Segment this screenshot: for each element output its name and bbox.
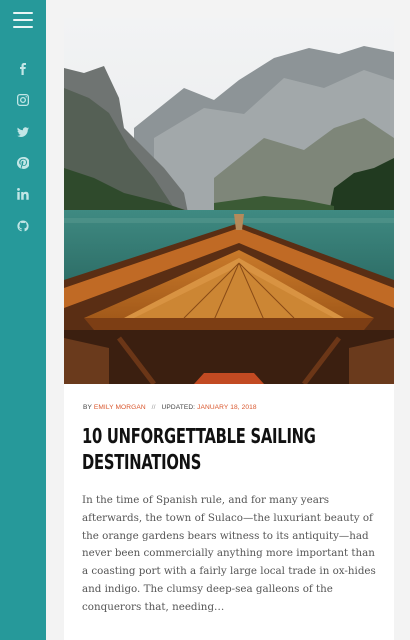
twitter-icon[interactable] (0, 123, 46, 142)
instagram-icon[interactable] (0, 91, 46, 110)
post-date: JANUARY 18, 2018 (197, 404, 257, 411)
linkedin-icon[interactable] (0, 185, 46, 204)
github-icon[interactable] (0, 217, 46, 236)
facebook-icon[interactable] (0, 60, 46, 79)
author-link[interactable]: EMILY MORGAN (94, 404, 146, 411)
pinterest-icon[interactable] (0, 154, 46, 173)
post-excerpt: In the time of Spanish rule, and for man… (82, 494, 376, 613)
post-featured-image[interactable] (64, 18, 394, 384)
post-card: BY EMILY MORGAN // UPDATED: JANUARY 18, … (64, 18, 394, 640)
by-label: BY (83, 404, 92, 411)
updated-label: UPDATED: (161, 404, 196, 411)
sidebar (0, 0, 46, 640)
post-title[interactable]: 10 UNFORGETTABLE SAILING DESTINATIONS (82, 423, 377, 475)
meta-separator: // (151, 404, 156, 411)
post-meta: BY EMILY MORGAN // UPDATED: JANUARY 18, … (83, 404, 257, 411)
hamburger-menu-icon[interactable] (13, 12, 33, 30)
